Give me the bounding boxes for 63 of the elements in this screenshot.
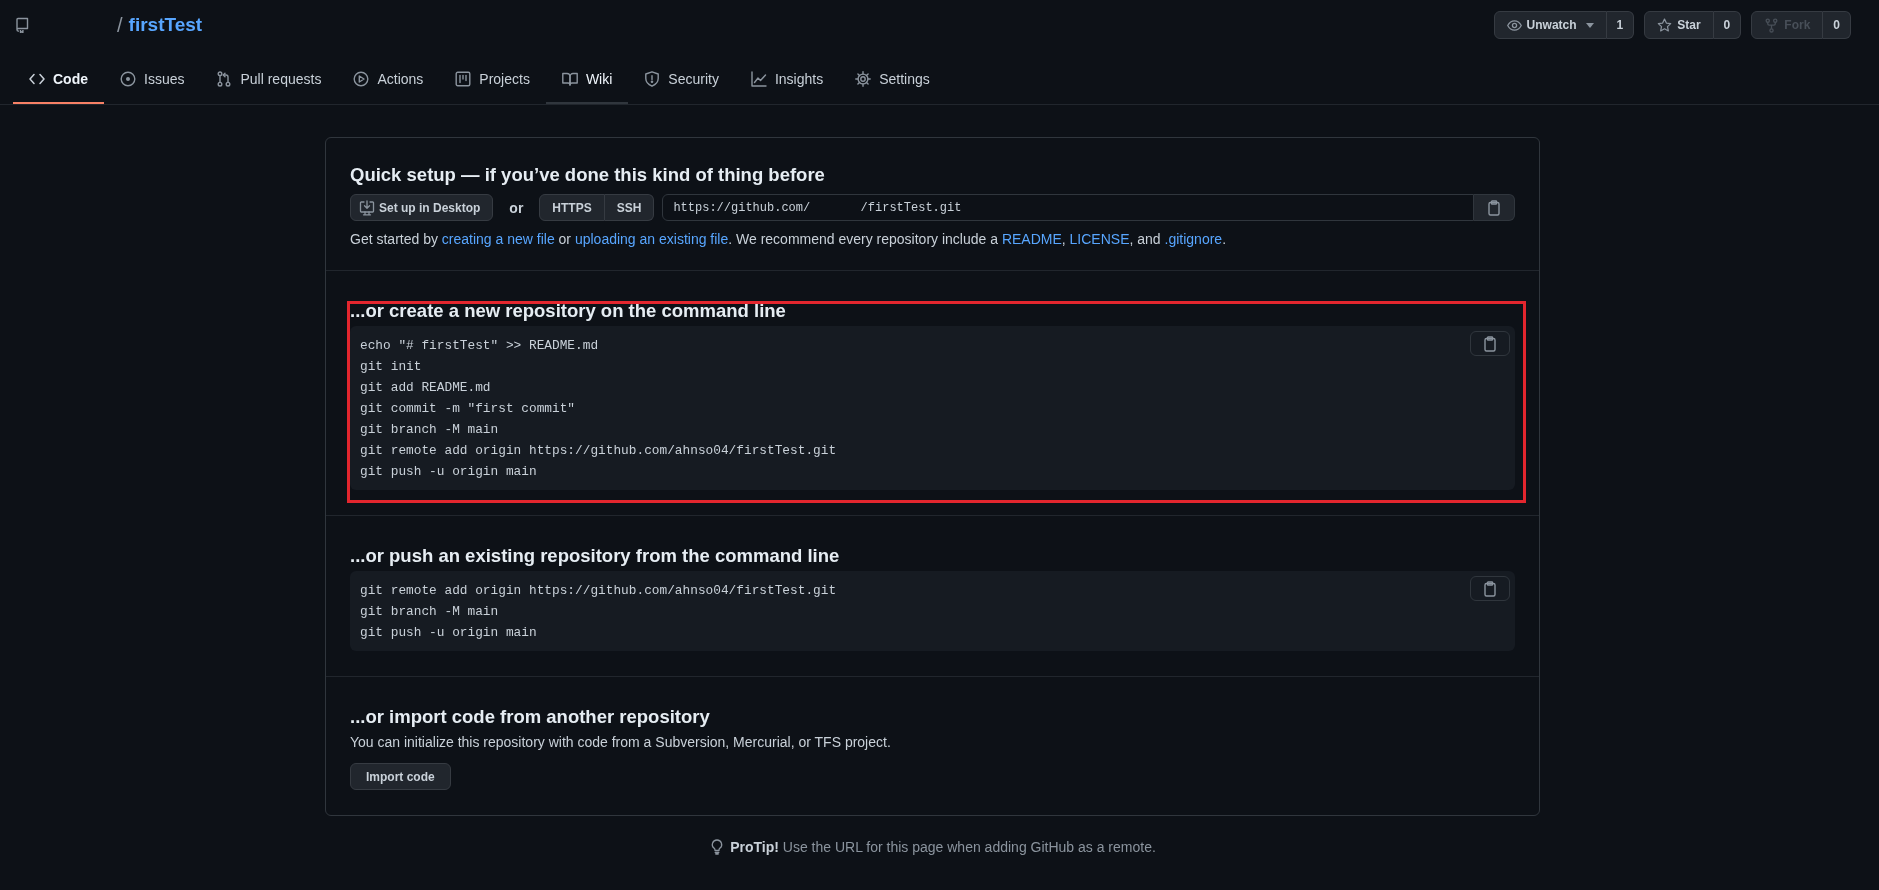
graph-icon	[750, 71, 767, 87]
pull-request-icon	[216, 71, 233, 87]
clipboard-icon	[1486, 199, 1502, 216]
code-line: git remote add origin https://github.com/ahnso04/firstTest.git	[360, 582, 837, 600]
desktop-download-icon	[359, 199, 375, 216]
code-line: echo "# firstTest" >> README.md	[360, 337, 599, 355]
code-line: git commit -m "first commit"	[360, 400, 576, 418]
section-heading: ...or push an existing repository from the command line	[350, 544, 841, 568]
path-separator: /	[117, 13, 123, 37]
tab[interactable]: Pull requests	[200, 56, 338, 104]
import-description: You can initialize this repository with code from a Subversion, Mercurial, or TFS project.	[350, 733, 892, 752]
help-text: Get started by creating a new file or uploading an existing file. We recommend every repository include a README, LICENSE, and .gitignore.	[350, 230, 1227, 249]
tab[interactable]: Wiki	[545, 56, 629, 104]
section-heading: ...or import code from another repository	[350, 705, 711, 729]
link[interactable]: creating a new file	[441, 231, 555, 247]
tab[interactable]: Settings	[839, 56, 946, 104]
book-icon	[561, 71, 578, 87]
link[interactable]: uploading an existing file	[574, 231, 729, 247]
code-line: git remote add origin https://github.com/ahnso04/firstTest.git	[360, 442, 837, 460]
protocol-button[interactable]: SSH	[604, 194, 655, 221]
tab[interactable]: Code	[13, 56, 104, 104]
repo-name-link[interactable]: firstTest	[128, 14, 203, 36]
gear-icon	[855, 71, 872, 87]
count-link[interactable]: 0	[1713, 11, 1742, 39]
watch-button[interactable]: Unwatch	[1493, 11, 1607, 39]
tab[interactable]: Issues	[104, 56, 201, 104]
play-icon	[353, 71, 370, 87]
tab[interactable]: Actions	[337, 56, 440, 104]
or-label: or	[509, 199, 524, 216]
copy-button[interactable]	[1470, 331, 1510, 356]
copy-button[interactable]	[1470, 576, 1510, 601]
import-code-button[interactable]: Import code	[350, 763, 451, 790]
protip-text: ProTip! Use the URL for this page when adding GitHub as a remote.	[730, 838, 1156, 857]
book-icon	[14, 17, 30, 33]
shield-icon	[644, 71, 661, 87]
link[interactable]: README	[1001, 231, 1062, 247]
fork-icon	[1764, 17, 1780, 33]
code-line: git push -u origin main	[360, 463, 537, 481]
tab[interactable]: Security	[628, 56, 735, 104]
protocol-button[interactable]: HTTPS	[539, 194, 605, 221]
section-heading: Quick setup — if you’ve done this kind of thing before	[350, 163, 826, 187]
section-heading: ...or create a new repository on the command line	[350, 299, 787, 323]
copy-button[interactable]	[1474, 194, 1515, 221]
code-line: git init	[360, 358, 422, 376]
desktop-button[interactable]: Set up in Desktop	[350, 194, 494, 221]
count-link[interactable]: 1	[1606, 11, 1635, 39]
code-icon	[29, 71, 45, 87]
code-line: git branch -M main	[360, 421, 499, 439]
code-line: git branch -M main	[360, 603, 499, 621]
star-icon	[1657, 17, 1673, 33]
code-line: git add README.md	[360, 379, 491, 397]
tab[interactable]: Insights	[734, 56, 840, 104]
link[interactable]: LICENSE	[1069, 231, 1130, 247]
tab[interactable]: Projects	[439, 56, 546, 104]
clone-url-field[interactable]: https://github.com/ /firstTest.git	[662, 194, 1474, 221]
circle-dot-icon	[120, 71, 136, 87]
code-line: git push -u origin main	[360, 624, 537, 642]
clipboard-icon	[1482, 580, 1498, 597]
board-icon	[455, 71, 472, 87]
star-button[interactable]: Star	[1644, 11, 1714, 39]
link[interactable]: .gitignore	[1164, 231, 1223, 247]
eye-icon	[1506, 17, 1522, 33]
clipboard-icon	[1482, 335, 1498, 352]
